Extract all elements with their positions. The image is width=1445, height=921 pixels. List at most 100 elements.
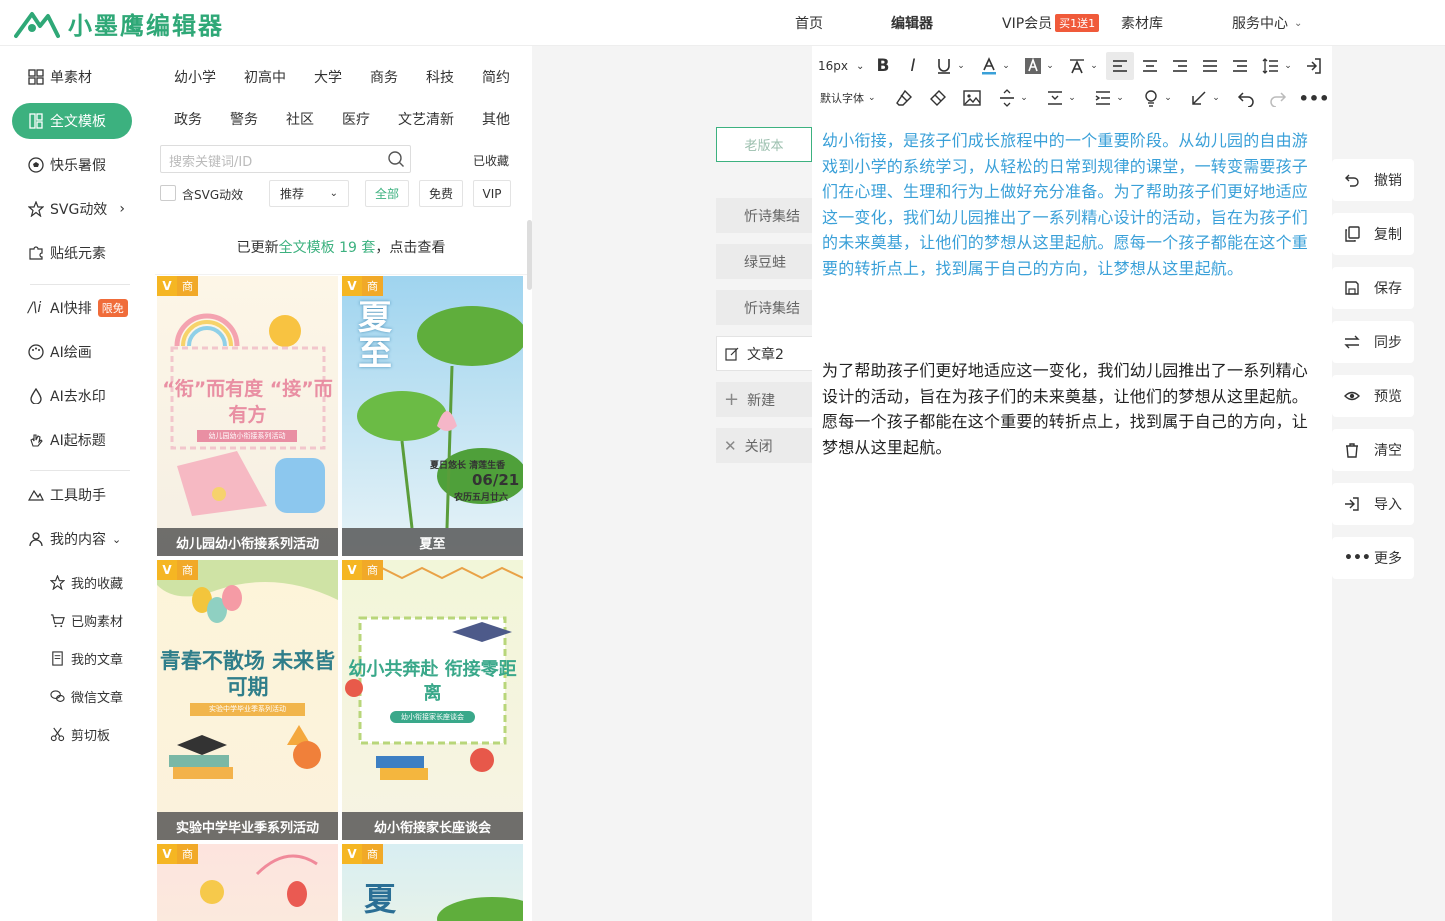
template-card[interactable]: 幼小共奔赴 衔接零距离 幼小衔接家长座谈会 V商 幼小衔接家长座谈会 bbox=[342, 560, 523, 840]
search-input[interactable]: 搜索关键词/ID bbox=[160, 145, 411, 173]
filter-all[interactable]: 全部 bbox=[365, 180, 409, 207]
bold-icon: B bbox=[876, 56, 890, 76]
sync-action[interactable]: 同步 bbox=[1332, 321, 1414, 363]
sidebar-item-sticker[interactable]: 贴纸元素 bbox=[28, 241, 106, 265]
new-doc-button[interactable]: + 新建 bbox=[716, 382, 812, 417]
divider-button[interactable]: ⌄ bbox=[994, 82, 1032, 114]
template-card[interactable]: V商 bbox=[157, 844, 338, 921]
sidebar-sub-clipboard[interactable]: 剪切板 bbox=[50, 725, 110, 744]
format-painter-button[interactable] bbox=[926, 82, 950, 114]
undo-action[interactable]: 撤销 bbox=[1332, 159, 1414, 201]
bulb-button[interactable]: ⌄ bbox=[1138, 82, 1176, 114]
logo[interactable]: 小墨鹰编辑器 bbox=[14, 6, 224, 41]
more-action[interactable]: ••• 更多 bbox=[1332, 537, 1414, 579]
align-right-button[interactable] bbox=[1168, 50, 1192, 82]
template-card[interactable]: 夏至 夏日悠长 清莲生香 06/21 农历五月廿六 V商 夏至 bbox=[342, 276, 523, 556]
sidebar-item-full-template[interactable]: 全文模板 bbox=[12, 103, 132, 139]
sidebar-item-svg[interactable]: SVG动效 › bbox=[28, 197, 125, 221]
nav-library[interactable]: 素材库 bbox=[1121, 0, 1163, 46]
align-right-icon bbox=[1173, 60, 1187, 72]
old-version-button[interactable]: 老版本 bbox=[716, 127, 812, 162]
doc-tab[interactable]: 忻诗集结 bbox=[716, 290, 812, 325]
arrow-tool-button[interactable]: ⌄ bbox=[1186, 82, 1224, 114]
doc-tab[interactable]: 绿豆蛙 bbox=[716, 244, 812, 279]
image-icon bbox=[963, 90, 981, 106]
editor-paragraph-blue[interactable]: 幼小衔接，是孩子们成长旅程中的一个重要阶段。从幼儿园的自由游戏到小学的系统学习，… bbox=[822, 128, 1322, 282]
template-card[interactable]: 青春不散场 未来皆可期 实验中学毕业季系列活动 V商 实验中学毕业季系列活动 bbox=[157, 560, 338, 840]
sidebar-item-single[interactable]: 单素材 bbox=[28, 65, 92, 89]
category-tab[interactable]: 政务 bbox=[174, 109, 202, 129]
category-tab[interactable]: 幼小学 bbox=[174, 67, 216, 87]
notice-link[interactable]: 全文模板 19 套 bbox=[279, 237, 376, 257]
font-color-button[interactable]: ⌄ bbox=[976, 50, 1014, 82]
indent-button[interactable] bbox=[1228, 50, 1252, 82]
clear-format-button[interactable] bbox=[892, 82, 916, 114]
category-tab[interactable]: 科技 bbox=[426, 67, 454, 87]
sidebar-sub-favorites[interactable]: 我的收藏 bbox=[50, 573, 123, 592]
align-center-button[interactable] bbox=[1138, 50, 1162, 82]
doc-tab[interactable]: 忻诗集结 bbox=[716, 198, 812, 233]
template-card[interactable]: “衔”而有度 “接”而有方 幼儿园幼小衔接系列活动 V商 幼儿园幼小衔接系列活动 bbox=[157, 276, 338, 556]
highlight-button[interactable]: ⌄ bbox=[1020, 50, 1058, 82]
import-action[interactable]: 导入 bbox=[1332, 483, 1414, 525]
sidebar-item-ai-title[interactable]: AI起标题 bbox=[28, 428, 106, 452]
editor-paragraph[interactable]: 为了帮助孩子们更好地适应这一变化，我们幼儿园推出了一系列精心设计的活动，旨在为孩… bbox=[822, 358, 1322, 460]
sidebar-item-my-content[interactable]: 我的内容 ⌄ bbox=[28, 527, 121, 551]
update-notice[interactable]: 已更新 全文模板 19 套 ，点击查看 bbox=[155, 220, 527, 275]
sidebar-item-ai-watermark[interactable]: AI去水印 bbox=[28, 384, 106, 408]
top-bar: 小墨鹰编辑器 首页 编辑器 VIP会员 买1送1 素材库 服务中心 ⌄ bbox=[0, 0, 1445, 46]
svg-checkbox[interactable] bbox=[160, 185, 176, 201]
favorites-link[interactable]: 已收藏 bbox=[473, 152, 509, 169]
category-tab[interactable]: 大学 bbox=[314, 67, 342, 87]
nav-vip[interactable]: VIP会员 买1送1 bbox=[1002, 0, 1100, 46]
more-icon: ••• bbox=[1298, 88, 1330, 108]
clear-action[interactable]: 清空 bbox=[1332, 429, 1414, 471]
paragraph-spacing-button[interactable]: ⌄ bbox=[1042, 82, 1080, 114]
category-tab[interactable]: 社区 bbox=[286, 109, 314, 129]
search-icon[interactable] bbox=[387, 150, 405, 168]
category-tab[interactable]: 初高中 bbox=[244, 67, 286, 87]
underline-button[interactable]: ⌄ bbox=[932, 50, 968, 82]
category-tab[interactable]: 医疗 bbox=[342, 109, 370, 129]
category-tab[interactable]: 文艺清新 bbox=[398, 109, 454, 129]
sidebar-sub-purchased[interactable]: 已购素材 bbox=[50, 611, 123, 630]
category-tab[interactable]: 简约 bbox=[482, 67, 510, 87]
justify-button[interactable] bbox=[1198, 50, 1222, 82]
nav-editor[interactable]: 编辑器 bbox=[891, 0, 933, 46]
vip-icon: V bbox=[342, 560, 362, 580]
sidebar-sub-wechat[interactable]: 微信文章 bbox=[50, 687, 123, 706]
text-effect-button[interactable]: ⌄ bbox=[1064, 50, 1102, 82]
font-family-select[interactable]: 默认字体 ⌄ bbox=[820, 82, 884, 114]
italic-button[interactable]: I bbox=[902, 50, 924, 82]
sidebar-item-ai-layout[interactable]: /\i AI快排 限免 bbox=[28, 296, 128, 320]
more-tools-button[interactable]: ••• bbox=[1299, 82, 1330, 114]
close-doc-button[interactable]: ✕ 关闭 bbox=[716, 428, 812, 463]
category-tab[interactable]: 商务 bbox=[370, 67, 398, 87]
indent-spacing-button[interactable]: ⌄ bbox=[1090, 82, 1128, 114]
copy-action[interactable]: 复制 bbox=[1332, 213, 1414, 255]
template-card[interactable]: 夏 V商 bbox=[342, 844, 523, 921]
undo-button[interactable] bbox=[1234, 82, 1258, 114]
bold-button[interactable]: B bbox=[872, 50, 894, 82]
nav-home[interactable]: 首页 bbox=[795, 0, 823, 46]
category-tab[interactable]: 其他 bbox=[482, 109, 510, 129]
nav-service[interactable]: 服务中心 ⌄ bbox=[1232, 0, 1302, 46]
filter-free[interactable]: 免费 bbox=[419, 180, 463, 207]
redo-button[interactable] bbox=[1266, 82, 1290, 114]
category-tab[interactable]: 警务 bbox=[230, 109, 258, 129]
line-height-button[interactable]: ⌄ bbox=[1258, 50, 1296, 82]
doc-tab-label: 文章2 bbox=[747, 346, 784, 363]
filter-vip[interactable]: VIP bbox=[473, 180, 511, 207]
exit-button[interactable] bbox=[1302, 50, 1326, 82]
align-left-button[interactable] bbox=[1106, 52, 1134, 80]
sidebar-sub-articles[interactable]: 我的文章 bbox=[50, 649, 123, 668]
preview-action[interactable]: 预览 bbox=[1332, 375, 1414, 417]
sidebar-item-tools[interactable]: 工具助手 bbox=[28, 483, 106, 507]
doc-tab-active[interactable]: 文章2 bbox=[716, 336, 812, 371]
sort-select[interactable]: 推荐 ⌄ bbox=[269, 180, 349, 207]
insert-image-button[interactable] bbox=[960, 82, 984, 114]
save-action[interactable]: 保存 bbox=[1332, 267, 1414, 309]
sidebar-item-summer[interactable]: 快乐暑假 bbox=[28, 153, 106, 177]
sidebar-item-ai-draw[interactable]: AI绘画 bbox=[28, 340, 92, 364]
font-size-select[interactable]: 16px ⌄ bbox=[818, 50, 870, 82]
